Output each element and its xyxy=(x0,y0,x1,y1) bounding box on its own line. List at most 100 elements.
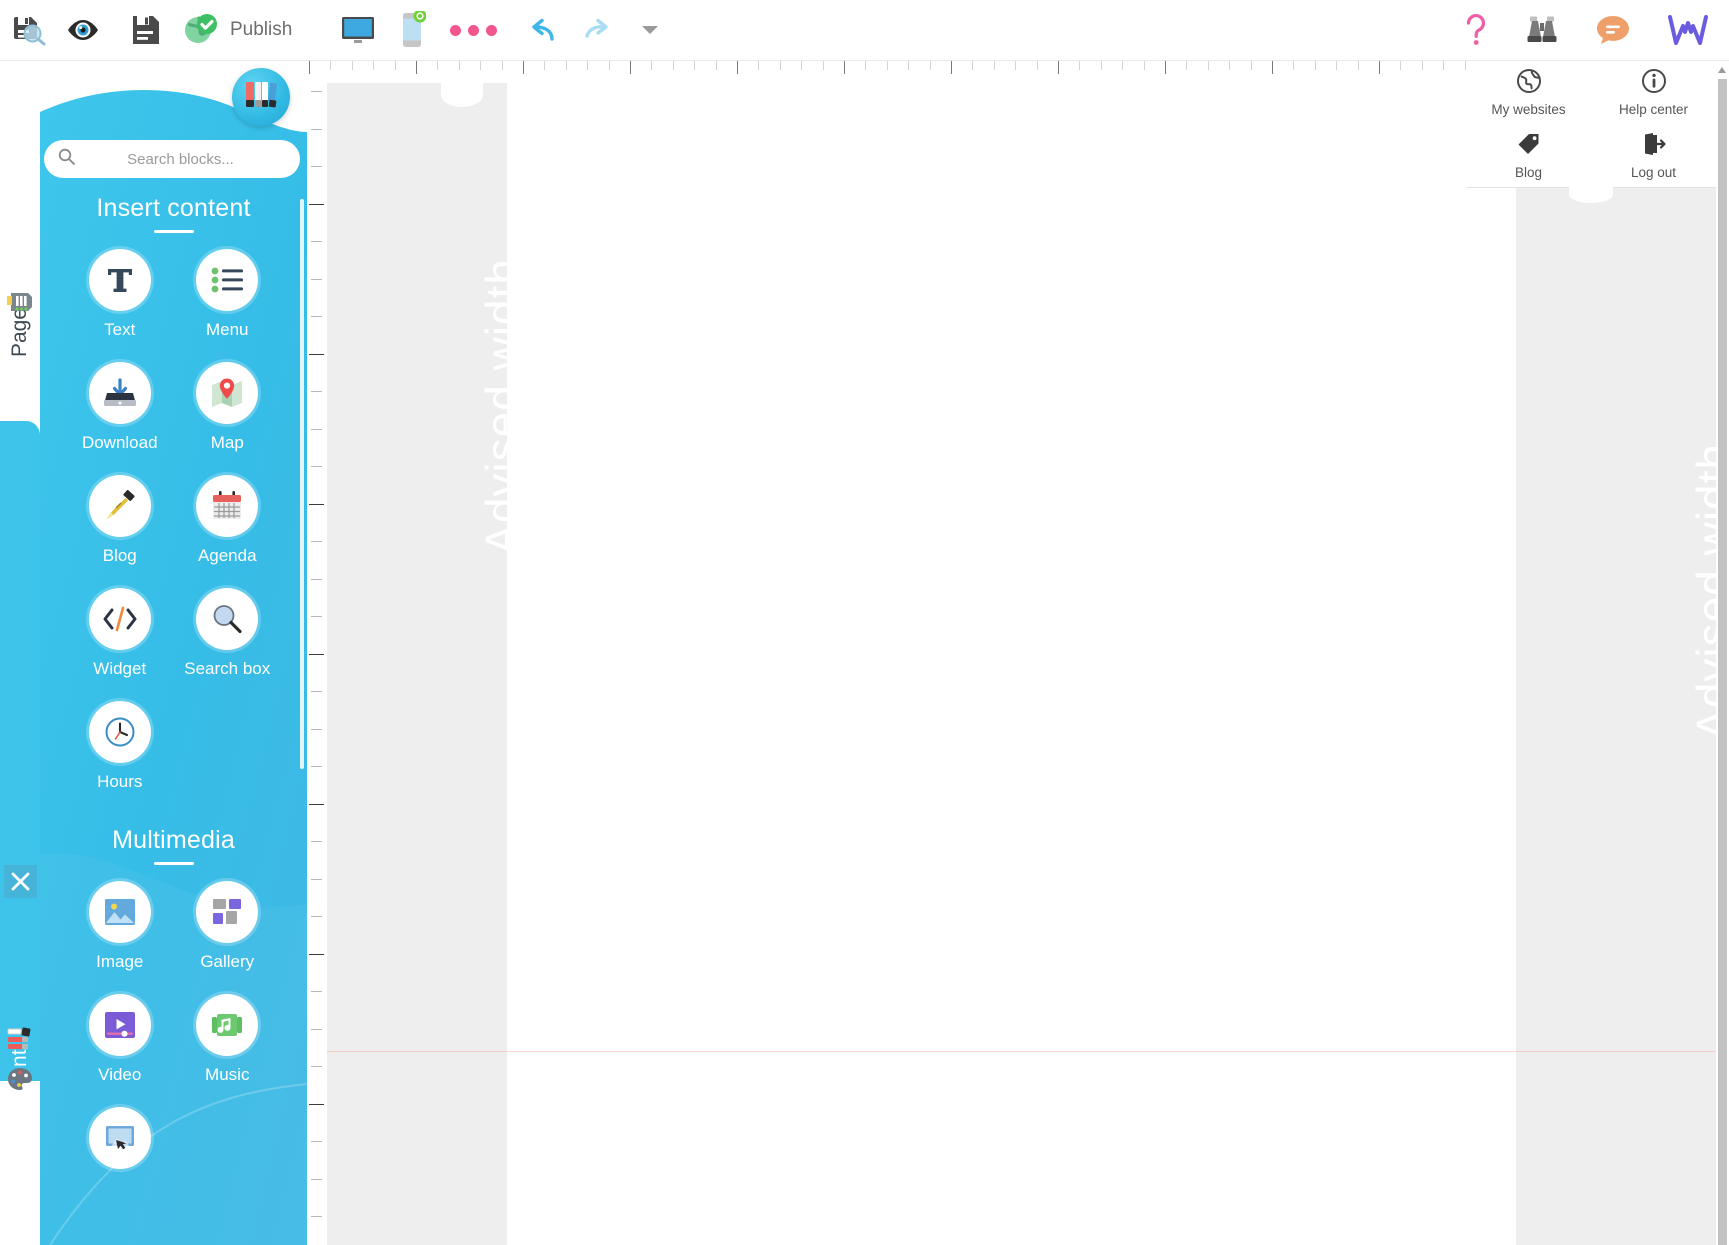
ruler-tick xyxy=(311,428,322,430)
save-icon[interactable] xyxy=(110,0,182,61)
ruler-tick xyxy=(311,728,322,730)
block-label: Text xyxy=(104,320,136,339)
close-panel-button[interactable] xyxy=(4,865,37,898)
block-image[interactable]: Image xyxy=(66,881,174,972)
advised-width-band-right: Advised width xyxy=(1516,83,1716,1245)
ruler-tick xyxy=(1229,61,1231,70)
logout-icon xyxy=(1641,131,1667,162)
chevron-down-icon[interactable] xyxy=(630,0,670,61)
ruler-tick xyxy=(437,61,439,70)
scrollbar-thumb[interactable] xyxy=(1718,79,1727,1245)
menu-item-my-websites[interactable]: My websites xyxy=(1466,61,1591,124)
top-toolbar: Publish xyxy=(0,0,1729,61)
menu-item-log-out[interactable]: Log out xyxy=(1591,124,1716,187)
ruler-tick xyxy=(311,391,322,392)
rail-tab-content[interactable]: Content xyxy=(0,421,40,1123)
help-icon[interactable] xyxy=(1445,0,1507,61)
chat-support-icon[interactable] xyxy=(1577,0,1649,61)
panel-scroll-area[interactable]: Insert content Text xyxy=(40,84,307,1245)
ruler-tick xyxy=(1421,61,1423,70)
block-video[interactable]: Video xyxy=(66,994,174,1085)
ruler-tick xyxy=(458,61,460,70)
block-label: Blog xyxy=(102,546,137,565)
search-icon xyxy=(58,148,75,170)
publish-button[interactable]: Publish xyxy=(182,0,298,61)
block-gallery[interactable]: Gallery xyxy=(174,881,282,972)
desktop-view-button[interactable] xyxy=(330,0,386,61)
block-download[interactable]: Download xyxy=(66,362,174,453)
info-icon xyxy=(1641,68,1667,99)
ruler-tick xyxy=(737,61,738,74)
ruler-tick xyxy=(1443,61,1445,70)
menu-item-blog[interactable]: Blog xyxy=(1466,124,1591,187)
section-title-multimedia: Multimedia xyxy=(112,826,235,854)
menu-label: Blog xyxy=(1514,165,1543,180)
account-dropdown-menu: My websites Help center Blog Log out xyxy=(1466,61,1716,203)
search-blocks-field[interactable] xyxy=(44,140,300,178)
ruler-tick xyxy=(544,61,546,70)
block-library-panel: Insert content Text xyxy=(40,84,307,1245)
undo-button[interactable] xyxy=(508,0,570,61)
block-label: Image xyxy=(96,952,144,971)
clock-icon xyxy=(88,701,151,763)
page-scrollbar[interactable] xyxy=(1716,61,1729,1245)
ruler-tick xyxy=(694,61,696,70)
block-widget[interactable]: Widget xyxy=(66,588,174,679)
search-input[interactable] xyxy=(75,149,286,169)
ruler-tick xyxy=(311,278,322,280)
ruler-tick xyxy=(311,578,322,580)
ruler-tick xyxy=(394,61,396,70)
ruler-tick xyxy=(309,353,324,355)
ruler-tick xyxy=(480,61,482,70)
more-options-button[interactable] xyxy=(438,0,508,61)
page-canvas[interactable]: Advised width Advised width xyxy=(327,83,1716,1245)
block-map[interactable]: Map xyxy=(174,362,282,453)
block-slideshow[interactable] xyxy=(66,1107,174,1178)
scroll-up-arrow-icon[interactable] xyxy=(1718,67,1726,73)
menu-item-help-center[interactable]: Help center xyxy=(1591,61,1716,124)
advised-width-band-left: Advised width xyxy=(327,83,528,1245)
rail-tab-design[interactable]: Design xyxy=(0,1068,40,1245)
block-label: Search box xyxy=(184,659,271,678)
ruler-tick xyxy=(1250,61,1252,70)
ruler-tick xyxy=(672,61,674,70)
block-menu[interactable]: Menu xyxy=(174,249,282,340)
preview-icon[interactable] xyxy=(56,0,110,61)
ruler-tick xyxy=(311,766,322,767)
ruler-tick xyxy=(865,61,867,70)
block-library-button[interactable] xyxy=(232,68,290,126)
save-and-preview-icon[interactable] xyxy=(0,0,56,61)
block-agenda[interactable]: Agenda xyxy=(174,475,282,566)
ruler-tick xyxy=(1100,61,1102,70)
video-icon xyxy=(88,994,151,1056)
block-search-box[interactable]: Search box xyxy=(174,588,282,679)
webnode-logo[interactable] xyxy=(1649,0,1729,61)
redo-button[interactable] xyxy=(570,0,630,61)
block-label: Gallery xyxy=(200,952,255,971)
vertical-ruler[interactable] xyxy=(305,83,327,1245)
ruler-tick xyxy=(1165,61,1166,74)
ruler-tick xyxy=(501,61,503,70)
ruler-tick xyxy=(565,61,567,70)
ruler-tick xyxy=(1036,61,1038,70)
ruler-tick xyxy=(311,541,322,542)
block-text[interactable]: Text xyxy=(66,249,174,340)
code-icon xyxy=(88,588,151,650)
ruler-tick xyxy=(311,1216,322,1217)
panel-scrollbar-thumb[interactable] xyxy=(300,199,304,769)
ruler-tick xyxy=(311,91,322,92)
ruler-tick xyxy=(373,61,375,70)
block-blog[interactable]: Blog xyxy=(66,475,174,566)
pages-icon xyxy=(5,289,35,320)
ruler-tick xyxy=(1186,61,1188,70)
block-hours[interactable]: Hours xyxy=(66,701,174,792)
ruler-tick xyxy=(844,61,845,74)
ruler-tick xyxy=(309,953,324,955)
menu-label: Help center xyxy=(1618,102,1689,117)
fountain-pen-icon xyxy=(88,475,151,537)
mobile-view-button[interactable] xyxy=(386,0,438,61)
binoculars-icon[interactable] xyxy=(1507,0,1577,61)
music-icon xyxy=(196,994,259,1056)
rail-tab-pages[interactable]: Pages xyxy=(0,61,40,421)
block-music[interactable]: Music xyxy=(174,994,282,1085)
